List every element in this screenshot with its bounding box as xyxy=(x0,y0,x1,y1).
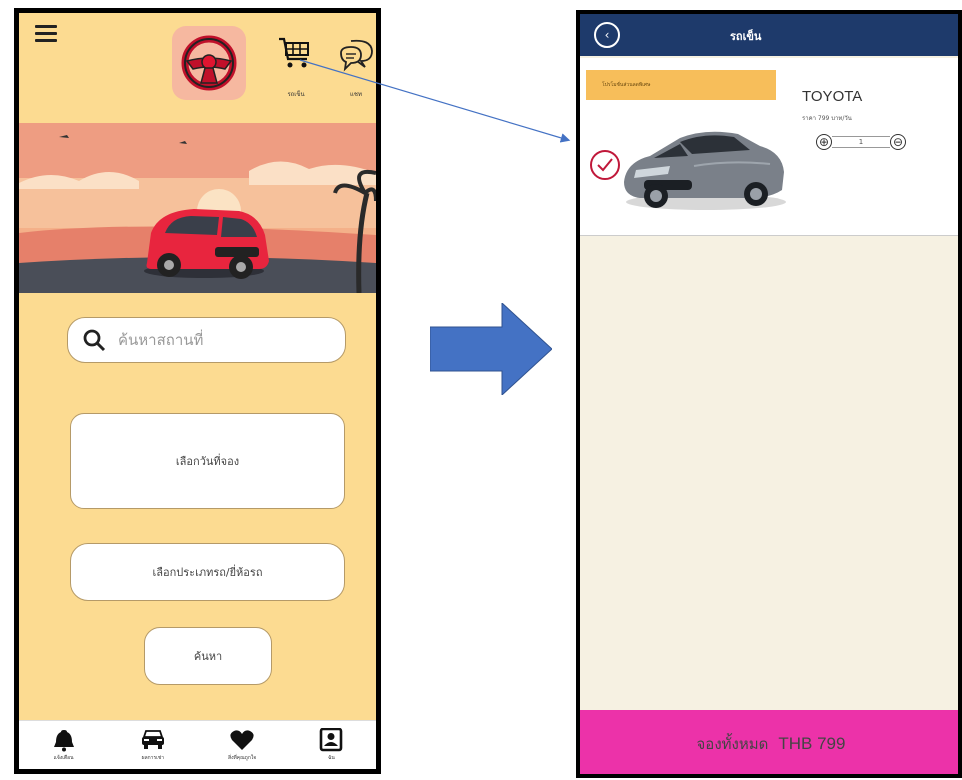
qty-decrease-button[interactable]: ⊖ xyxy=(890,134,906,150)
flow-arrow xyxy=(430,303,552,395)
total-amount: THB 799 xyxy=(778,734,846,753)
quantity-stepper: ⊕ 1 ⊖ xyxy=(816,134,906,150)
car-image xyxy=(624,131,786,210)
checkout-button[interactable]: จองทั้งหมด THB 799 xyxy=(580,710,958,774)
header-bar: ‹ รถเข็น xyxy=(580,14,958,56)
qty-value[interactable]: 1 xyxy=(832,136,890,148)
item-price: ราคา 799 บาท/วัน xyxy=(802,115,852,122)
item-name: TOYOTA xyxy=(802,88,863,105)
cart-screen: ‹ รถเข็น โปรโมชั่นส่วนลดพิเศษ TOYOTA ราค… xyxy=(576,10,962,778)
cart-item: โปรโมชั่นส่วนลดพิเศษ TOYOTA ราคา 799 บาท xyxy=(580,58,958,236)
back-circle-icon[interactable]: ‹ xyxy=(594,22,620,48)
total-label: จองทั้งหมด xyxy=(696,735,769,753)
canvas: รถเข็น แชท ค้นหาสถานที่ เลือกวันที่จอง เ… xyxy=(0,0,962,780)
qty-increase-button[interactable]: ⊕ xyxy=(816,134,832,150)
promo-badge: โปรโมชั่นส่วนลดพิเศษ xyxy=(586,70,776,100)
page-title: รถเข็น xyxy=(730,30,762,43)
